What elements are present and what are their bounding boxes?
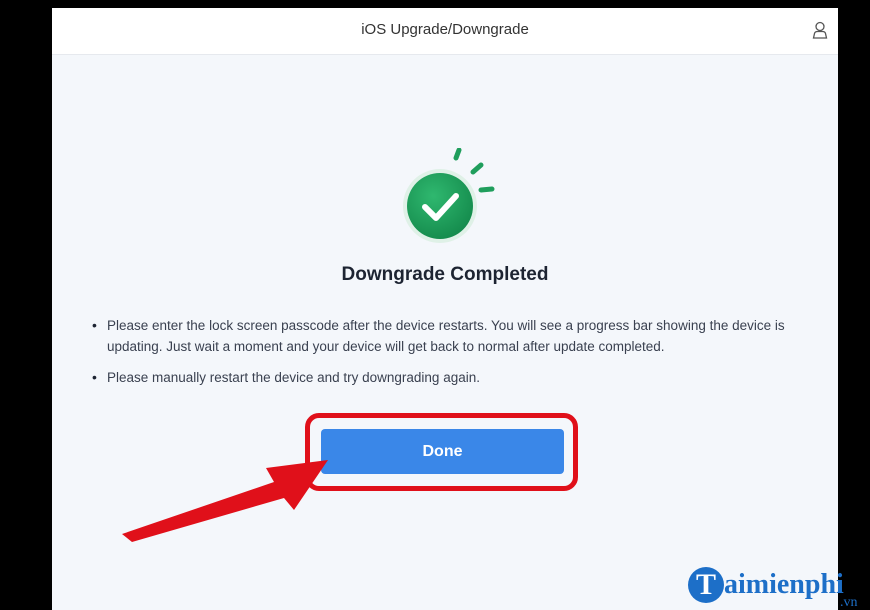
bullet-dot: • <box>92 369 97 385</box>
done-button[interactable]: Done <box>321 429 564 474</box>
watermark-suffix: .vn <box>840 595 858 609</box>
watermark-initial: T <box>688 567 724 603</box>
window-title: iOS Upgrade/Downgrade <box>361 21 529 38</box>
title-bar: iOS Upgrade/Downgrade <box>52 8 838 55</box>
instruction-text: Please manually restart the device and t… <box>107 370 480 385</box>
instruction-text: Please enter the lock screen passcode af… <box>107 318 785 354</box>
screen: iOS Upgrade/Downgrade Downgrade Complete… <box>0 0 870 610</box>
completion-heading: Downgrade Completed <box>341 264 549 285</box>
watermark-logo: T aimienphi .vn <box>688 565 870 609</box>
instruction-list: • Please enter the lock screen passcode … <box>92 315 832 398</box>
instruction-item: • Please enter the lock screen passcode … <box>92 315 832 357</box>
bullet-dot: • <box>92 317 97 333</box>
watermark-name: aimienphi <box>724 569 844 600</box>
user-icon[interactable] <box>812 21 828 39</box>
instruction-item: • Please manually restart the device and… <box>92 367 832 388</box>
pointer-arrow-icon <box>122 460 328 542</box>
success-check-icon <box>403 148 495 243</box>
